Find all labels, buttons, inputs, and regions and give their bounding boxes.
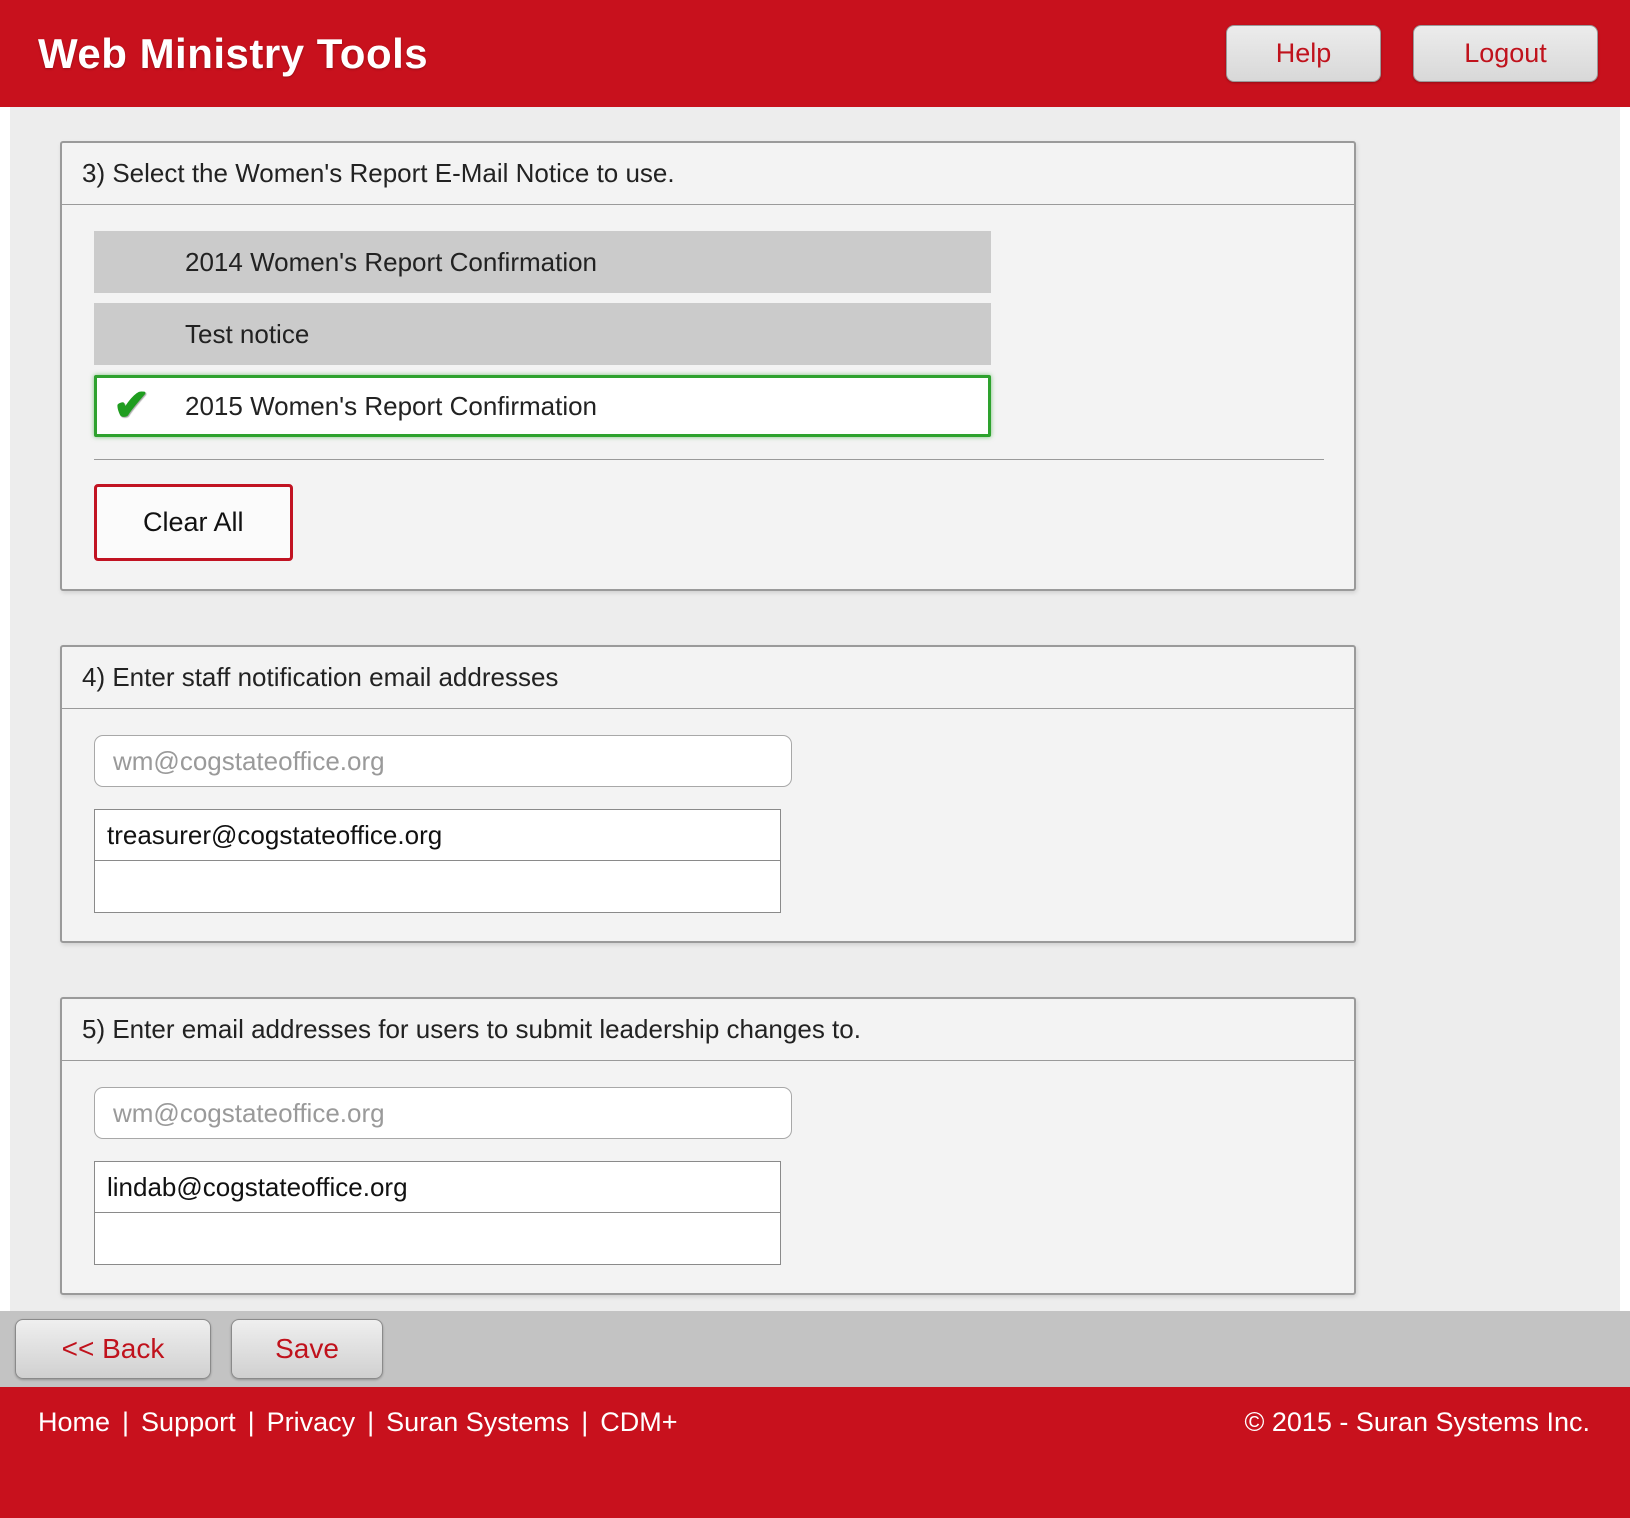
app-header: Web Ministry Tools Help Logout bbox=[0, 0, 1630, 107]
footer-copyright: © 2015 - Suran Systems Inc. bbox=[1244, 1407, 1590, 1438]
footer-link-suran-systems[interactable]: Suran Systems bbox=[386, 1407, 569, 1438]
leadership-email-list: lindab@cogstateoffice.org bbox=[94, 1161, 781, 1265]
leadership-emails-panel: 5) Enter email addresses for users to su… bbox=[60, 997, 1356, 1295]
footer-link-support[interactable]: Support bbox=[141, 1407, 236, 1438]
staff-email-row[interactable]: treasurer@cogstateoffice.org bbox=[95, 810, 780, 861]
staff-email-list: treasurer@cogstateoffice.org bbox=[94, 809, 781, 913]
footer-separator: | bbox=[581, 1407, 588, 1438]
leadership-email-row[interactable]: lindab@cogstateoffice.org bbox=[95, 1162, 780, 1213]
notice-option-test[interactable]: ✔ Test notice bbox=[94, 303, 991, 365]
footer-separator: | bbox=[248, 1407, 255, 1438]
footer-separator: | bbox=[122, 1407, 129, 1438]
notice-option-2014[interactable]: ✔ 2014 Women's Report Confirmation bbox=[94, 231, 991, 293]
check-icon: ✔ bbox=[113, 384, 165, 428]
footer-links: Home | Support | Privacy | Suran Systems… bbox=[38, 1407, 678, 1438]
notice-option-label: 2014 Women's Report Confirmation bbox=[185, 247, 597, 278]
back-button[interactable]: << Back bbox=[15, 1319, 211, 1379]
notice-options-list: ✔ 2014 Women's Report Confirmation ✔ Tes… bbox=[94, 231, 1324, 460]
leadership-emails-title: 5) Enter email addresses for users to su… bbox=[62, 999, 1354, 1061]
notice-option-label: Test notice bbox=[185, 319, 309, 350]
save-button[interactable]: Save bbox=[231, 1319, 383, 1379]
notice-select-panel: 3) Select the Women's Report E-Mail Noti… bbox=[60, 141, 1356, 591]
notice-select-title: 3) Select the Women's Report E-Mail Noti… bbox=[62, 143, 1354, 205]
footer-separator: | bbox=[367, 1407, 374, 1438]
app-title: Web Ministry Tools bbox=[38, 30, 1226, 78]
staff-email-row-empty[interactable] bbox=[95, 861, 780, 912]
clear-all-button[interactable]: Clear All bbox=[94, 484, 293, 561]
staff-emails-title: 4) Enter staff notification email addres… bbox=[62, 647, 1354, 709]
help-button[interactable]: Help bbox=[1226, 25, 1381, 82]
notice-option-label: 2015 Women's Report Confirmation bbox=[185, 391, 597, 422]
app-footer: Home | Support | Privacy | Suran Systems… bbox=[0, 1387, 1630, 1518]
staff-emails-panel: 4) Enter staff notification email addres… bbox=[60, 645, 1356, 943]
leadership-email-input[interactable] bbox=[94, 1087, 792, 1139]
footer-link-cdm[interactable]: CDM+ bbox=[600, 1407, 677, 1438]
footer-link-privacy[interactable]: Privacy bbox=[267, 1407, 356, 1438]
logout-button[interactable]: Logout bbox=[1413, 25, 1598, 82]
action-bar: << Back Save bbox=[0, 1311, 1630, 1387]
leadership-email-row-empty[interactable] bbox=[95, 1213, 780, 1264]
footer-link-home[interactable]: Home bbox=[38, 1407, 110, 1438]
staff-email-input[interactable] bbox=[94, 735, 792, 787]
notice-option-2015-selected[interactable]: ✔ 2015 Women's Report Confirmation bbox=[94, 375, 991, 437]
main-content: 3) Select the Women's Report E-Mail Noti… bbox=[10, 107, 1620, 1311]
